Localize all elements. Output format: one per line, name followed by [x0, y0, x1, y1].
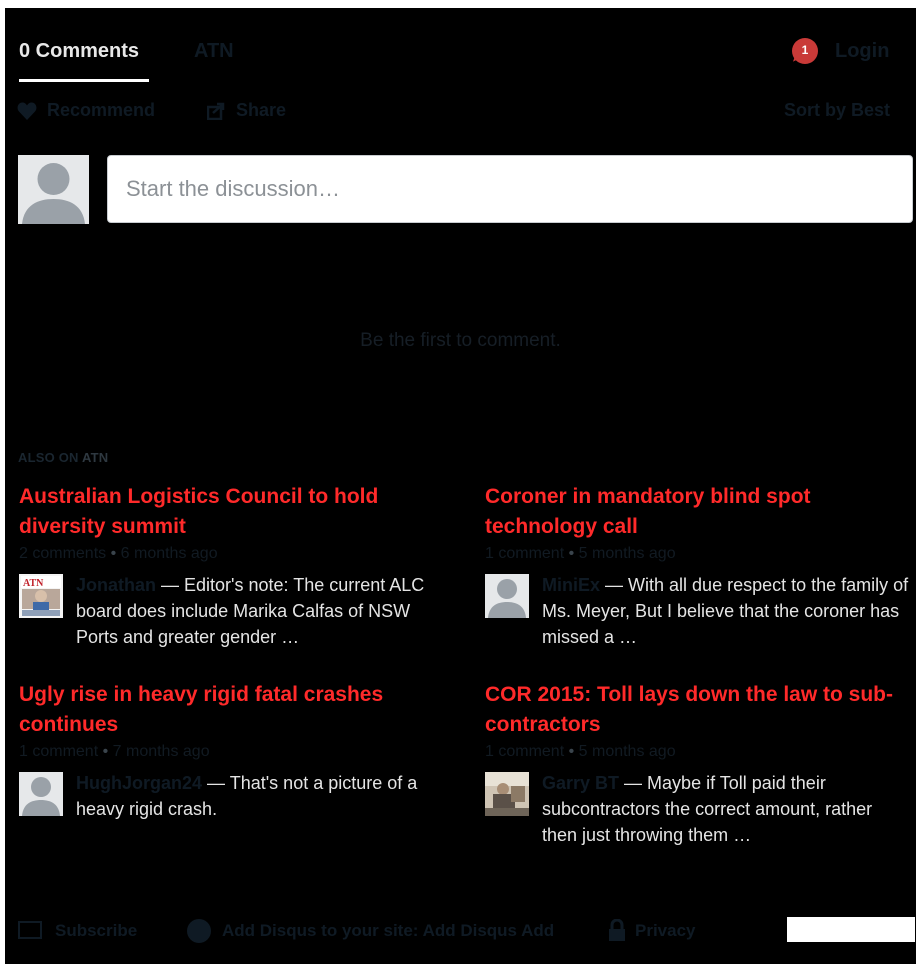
related-discussion-title[interactable]: Australian Logistics Council to hold div…	[19, 482, 444, 542]
avatar: ATN	[19, 574, 63, 618]
thread-actions: Recommend Share Sort by Best	[5, 94, 916, 124]
login-button[interactable]: Login	[835, 40, 889, 63]
related-discussion-title[interactable]: Coroner in mandatory blind spot technolo…	[485, 482, 910, 542]
recommend-button[interactable]: Recommend	[47, 100, 155, 121]
avatar	[485, 772, 529, 816]
mail-icon	[18, 921, 42, 939]
notification-count: 1	[801, 43, 809, 57]
add-disqus-link[interactable]: Add Disqus to your site: Add Disqus Add	[222, 921, 554, 941]
comment-author[interactable]: Garry BT	[542, 773, 619, 793]
avatar	[485, 574, 529, 618]
comment-preview[interactable]: Garry BT — Maybe if Toll paid their subc…	[485, 770, 910, 850]
related-discussion-title[interactable]: Ugly rise in heavy rigid fatal crashes c…	[19, 680, 444, 740]
tab-active-underline	[19, 79, 149, 82]
empty-state-message: Be the first to comment.	[360, 330, 561, 351]
comment-author[interactable]: MiniEx	[542, 575, 600, 595]
overlay-box	[787, 917, 915, 942]
share-button[interactable]: Share	[236, 100, 286, 121]
comment-preview[interactable]: ATN Jonathan — Editor's note: The curren…	[19, 572, 444, 652]
comment-input[interactable]: Start the discussion…	[107, 155, 913, 223]
lock-icon	[609, 919, 625, 941]
comment-author[interactable]: HughJorgan24	[76, 773, 202, 793]
svg-text:ATN: ATN	[23, 578, 44, 589]
sort-dropdown[interactable]: Sort by Best	[784, 100, 890, 121]
comment-preview[interactable]: MiniEx — With all due respect to the fam…	[485, 572, 910, 652]
comment-input-placeholder: Start the discussion…	[126, 176, 340, 201]
default-avatar-icon	[18, 155, 89, 224]
notification-badge[interactable]: 1	[792, 38, 820, 66]
thread-tabs: 0 Comments ATN 1 Login	[5, 8, 916, 82]
related-discussion[interactable]: Ugly rise in heavy rigid fatal crashes c…	[19, 680, 444, 850]
privacy-link[interactable]: Privacy	[635, 921, 696, 941]
avatar	[19, 772, 63, 816]
tab-comments[interactable]: 0 Comments	[19, 40, 139, 63]
disqus-thread: 0 Comments ATN 1 Login Recommend Share S…	[5, 8, 916, 964]
related-discussion[interactable]: COR 2015: Toll lays down the law to sub-…	[485, 680, 910, 850]
default-avatar-icon	[485, 574, 529, 618]
related-discussion-meta: 2 comments • 6 months ago	[19, 545, 218, 562]
tab-community[interactable]: ATN	[194, 40, 234, 63]
subscribe-link[interactable]: Subscribe	[55, 921, 137, 941]
share-icon	[207, 102, 225, 120]
thread-footer: Subscribe Add Disqus to your site: Add D…	[5, 918, 916, 948]
default-avatar-icon	[19, 772, 63, 816]
related-discussion-title[interactable]: COR 2015: Toll lays down the law to sub-…	[485, 680, 910, 740]
user-photo-icon	[485, 772, 529, 816]
user-avatar	[18, 155, 89, 224]
disqus-icon	[187, 919, 211, 943]
comment-author[interactable]: Jonathan	[76, 575, 156, 595]
related-discussion[interactable]: Australian Logistics Council to hold div…	[19, 482, 444, 652]
comment-preview[interactable]: HughJorgan24 — That's not a picture of a…	[19, 770, 444, 850]
related-discussion-meta: 1 comment • 5 months ago	[485, 545, 676, 562]
related-discussion-meta: 1 comment • 7 months ago	[19, 743, 210, 760]
user-photo-icon: ATN	[19, 574, 63, 618]
related-discussion[interactable]: Coroner in mandatory blind spot technolo…	[485, 482, 910, 652]
also-on-heading: ALSO ON ATN	[18, 450, 109, 465]
heart-icon	[17, 102, 37, 120]
related-discussion-meta: 1 comment • 5 months ago	[485, 743, 676, 760]
